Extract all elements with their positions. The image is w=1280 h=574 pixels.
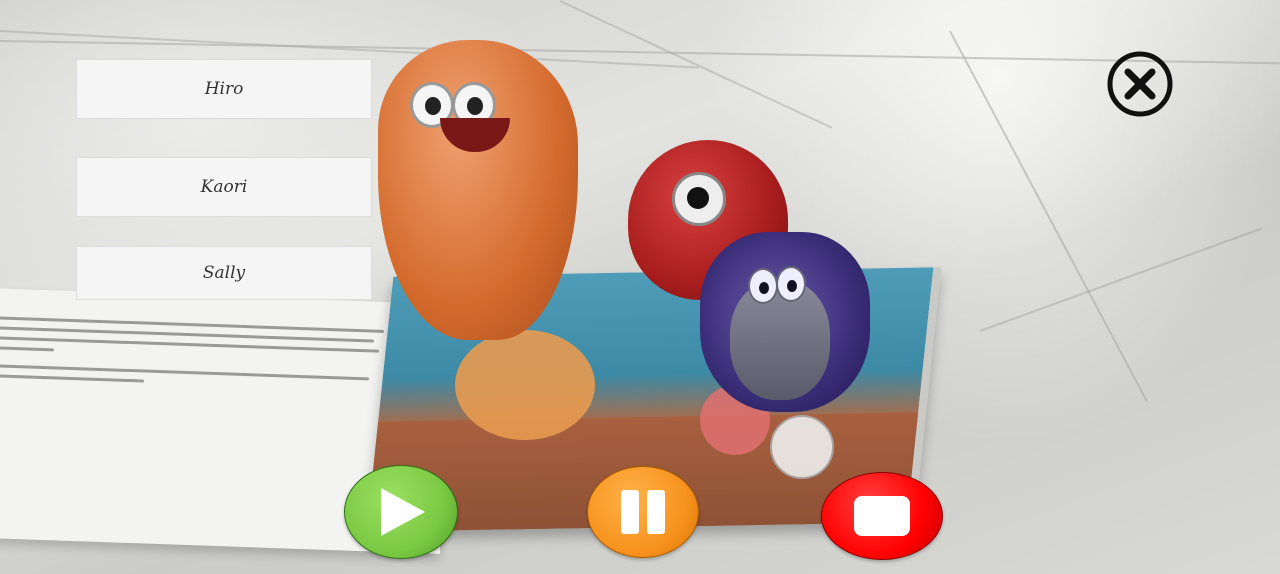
pause-button[interactable]: [587, 466, 699, 558]
sally-eye: [748, 268, 778, 304]
sally-eye: [776, 266, 806, 302]
book-text-line: [0, 346, 54, 352]
sally-belly: [730, 280, 830, 400]
play-icon: [381, 488, 425, 536]
fish-illustration: [455, 330, 595, 440]
kaori-eye: [672, 172, 726, 226]
close-circle-icon: [1107, 51, 1173, 117]
shell-illustration: [770, 415, 834, 479]
book-text-line: [0, 374, 144, 383]
character-button-kaori[interactable]: Kaori: [76, 157, 372, 217]
marble-vein: [559, 0, 833, 129]
close-button[interactable]: [1106, 50, 1174, 118]
character-button-hiro[interactable]: Hiro: [76, 59, 372, 119]
stop-icon: [854, 496, 910, 536]
character-button-sally[interactable]: Sally: [76, 246, 372, 300]
marble-vein: [979, 227, 1263, 332]
pause-icon: [621, 490, 665, 534]
play-button[interactable]: [344, 465, 458, 559]
stop-button[interactable]: [821, 472, 943, 560]
